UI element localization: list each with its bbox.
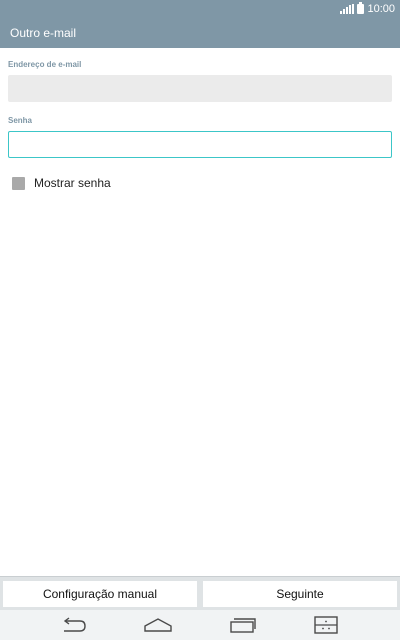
next-button[interactable]: Seguinte (203, 581, 397, 607)
password-field[interactable] (8, 131, 392, 158)
back-icon[interactable] (60, 616, 88, 634)
dual-window-icon[interactable] (314, 616, 338, 634)
show-password-label: Mostrar senha (34, 176, 111, 190)
email-field[interactable] (8, 75, 392, 102)
page-title: Outro e-mail (10, 26, 77, 40)
show-password-checkbox[interactable] (12, 176, 25, 190)
recent-apps-icon[interactable] (229, 616, 257, 634)
home-icon[interactable] (144, 616, 172, 634)
status-time: 10:00 (367, 2, 395, 15)
action-bar: Configuração manual Seguinte (0, 576, 400, 610)
status-icons: 10:00 (340, 1, 395, 16)
email-label: Endereço de e-mail (8, 60, 82, 69)
app-header: Outro e-mail (0, 17, 400, 48)
status-bar: 10:00 (0, 0, 400, 17)
battery-icon (357, 1, 365, 14)
manual-setup-button[interactable]: Configuração manual (3, 581, 197, 607)
show-password-option[interactable]: Mostrar senha (12, 176, 111, 190)
password-label: Senha (8, 116, 33, 125)
signal-icon (340, 3, 355, 14)
navigation-bar (0, 610, 400, 640)
